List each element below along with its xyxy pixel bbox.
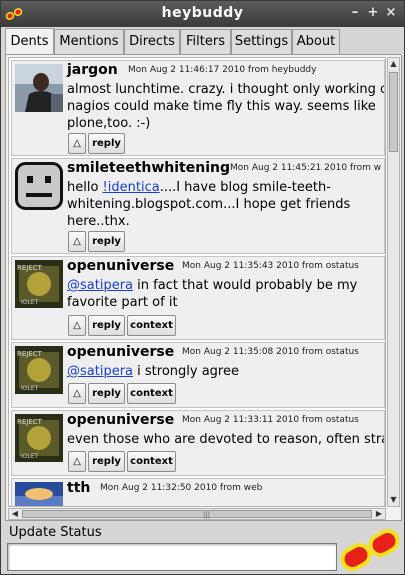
dent-text-line: almost lunchtime. crazy. i thought only … xyxy=(67,82,385,97)
maximize-button[interactable]: + xyxy=(365,5,381,21)
dent-meta: Mon Aug 2 11:35:43 2010 from ostatus xyxy=(182,261,359,271)
favorite-button[interactable]: △ xyxy=(68,451,86,472)
update-status-label: Update Status xyxy=(9,525,102,540)
dent-meta: Mon Aug 2 11:33:11 2010 from ostatus xyxy=(182,415,359,425)
photo-avatar-icon[interactable] xyxy=(15,482,63,507)
reply-button[interactable]: reply xyxy=(88,231,125,252)
favorite-button[interactable]: △ xyxy=(68,383,86,404)
pills-icon xyxy=(340,529,400,571)
reply-button[interactable]: reply xyxy=(88,383,125,404)
scroll-right-icon[interactable]: ▶ xyxy=(373,509,385,519)
reject-avatar-icon[interactable]: REJECT IOLET xyxy=(15,414,63,462)
mention-link[interactable]: @satipera xyxy=(67,278,133,293)
dent-text-tail: ....I have blog smile-teeth- xyxy=(159,180,331,195)
dent-text-tail: i strongly agree xyxy=(133,364,239,379)
grip-icon: ||| xyxy=(203,511,211,519)
dent-item: REJECT IOLET openuniverse Mon Aug 2 11:3… xyxy=(11,410,385,476)
reply-button[interactable]: reply xyxy=(88,133,125,154)
dent-username[interactable]: openuniverse xyxy=(67,258,174,274)
dent-item: smileteethwhitening Mon Aug 2 11:45:21 2… xyxy=(11,158,385,254)
dent-username[interactable]: smileteethwhitening xyxy=(67,160,230,176)
minimize-button[interactable]: – xyxy=(347,5,363,21)
dent-text-line: whitening.blogspot.com...I hope get frie… xyxy=(67,197,351,212)
dents-panel: jargon Mon Aug 2 11:46:17 2010 from heyb… xyxy=(5,55,402,521)
scroll-up-icon[interactable]: ▲ xyxy=(388,58,399,70)
reject-avatar-icon[interactable]: REJECT IOLET xyxy=(15,346,63,394)
dent-item: tth Mon Aug 2 11:32:50 2010 from web xyxy=(11,478,385,507)
reject-avatar-icon[interactable]: REJECT IOLET xyxy=(15,260,63,308)
dent-list[interactable]: jargon Mon Aug 2 11:46:17 2010 from heyb… xyxy=(8,57,386,507)
dent-text-line: here..thx. xyxy=(67,214,130,229)
dent-username[interactable]: openuniverse xyxy=(67,344,174,360)
default-face-avatar-icon[interactable] xyxy=(15,162,63,210)
dent-text-line: even those who are devoted to reason, of… xyxy=(67,432,385,447)
context-button[interactable]: context xyxy=(127,315,176,336)
dent-text-line: nagios could make time fly this way. see… xyxy=(67,99,376,114)
dent-username[interactable]: tth xyxy=(67,480,90,496)
favorite-button[interactable]: △ xyxy=(68,315,86,336)
dent-item: REJECT IOLET openuniverse Mon Aug 2 11:3… xyxy=(11,256,385,340)
svg-text:REJECT: REJECT xyxy=(17,264,43,272)
window-title: heybuddy xyxy=(161,5,244,21)
favorite-button[interactable]: △ xyxy=(68,133,86,154)
context-button[interactable]: context xyxy=(127,383,176,404)
send-button[interactable] xyxy=(338,525,403,575)
dent-item: jargon Mon Aug 2 11:46:17 2010 from heyb… xyxy=(11,60,385,156)
dent-item: REJECT IOLET openuniverse Mon Aug 2 11:3… xyxy=(11,342,385,408)
svg-text:REJECT: REJECT xyxy=(17,350,43,358)
update-status-input[interactable] xyxy=(7,543,337,571)
tab-settings[interactable]: Settings xyxy=(231,29,292,54)
tab-dents[interactable]: Dents xyxy=(5,28,54,54)
title-bar: heybuddy – + × xyxy=(1,1,404,27)
vertical-scrollbar[interactable]: ▲ ▼ xyxy=(387,57,400,507)
svg-text:IOLET: IOLET xyxy=(21,385,39,392)
dent-username[interactable]: jargon xyxy=(67,62,118,78)
dent-meta: Mon Aug 2 11:45:21 2010 from w xyxy=(230,163,382,173)
dent-meta: Mon Aug 2 11:46:17 2010 from heybuddy xyxy=(128,65,317,75)
svg-text:IOLET: IOLET xyxy=(21,299,39,306)
scroll-thumb[interactable] xyxy=(389,72,398,152)
dent-text-line: @satipera in fact that would probably be… xyxy=(67,277,357,294)
svg-text:REJECT: REJECT xyxy=(17,418,43,426)
app-window: heybuddy – + × Dents Mentions Directs Fi… xyxy=(0,0,405,575)
dent-username[interactable]: openuniverse xyxy=(67,412,174,428)
dent-text-line: plone,too. :-) xyxy=(67,116,151,131)
dent-text-line: @satipera i strongly agree xyxy=(67,363,239,380)
tab-mentions[interactable]: Mentions xyxy=(54,29,124,54)
close-button[interactable]: × xyxy=(383,5,399,21)
tab-filters[interactable]: Filters xyxy=(180,29,231,54)
svg-text:IOLET: IOLET xyxy=(21,453,39,460)
hscroll-thumb[interactable]: ||| xyxy=(22,510,372,519)
dent-text-tail: in fact that would probably be my xyxy=(133,278,358,293)
context-button[interactable]: context xyxy=(127,451,176,472)
dent-text-line: favorite part of it xyxy=(67,295,178,310)
scroll-down-icon[interactable]: ▼ xyxy=(388,494,399,506)
dent-meta: Mon Aug 2 11:32:50 2010 from web xyxy=(100,483,263,493)
scroll-left-icon[interactable]: ◀ xyxy=(9,509,21,519)
horizontal-scrollbar[interactable]: ◀ ||| ▶ xyxy=(8,508,386,520)
tab-about[interactable]: About xyxy=(292,29,340,54)
favorite-button[interactable]: △ xyxy=(68,231,86,252)
user-avatar[interactable] xyxy=(15,64,63,112)
reply-button[interactable]: reply xyxy=(88,315,125,336)
dent-meta: Mon Aug 2 11:35:08 2010 from ostatus xyxy=(182,347,359,357)
group-link[interactable]: !identica xyxy=(103,180,160,195)
dent-text-line: hello !identica....I have blog smile-tee… xyxy=(67,180,331,195)
mention-link[interactable]: @satipera xyxy=(67,364,133,379)
tab-directs[interactable]: Directs xyxy=(124,29,180,54)
reply-button[interactable]: reply xyxy=(88,451,125,472)
